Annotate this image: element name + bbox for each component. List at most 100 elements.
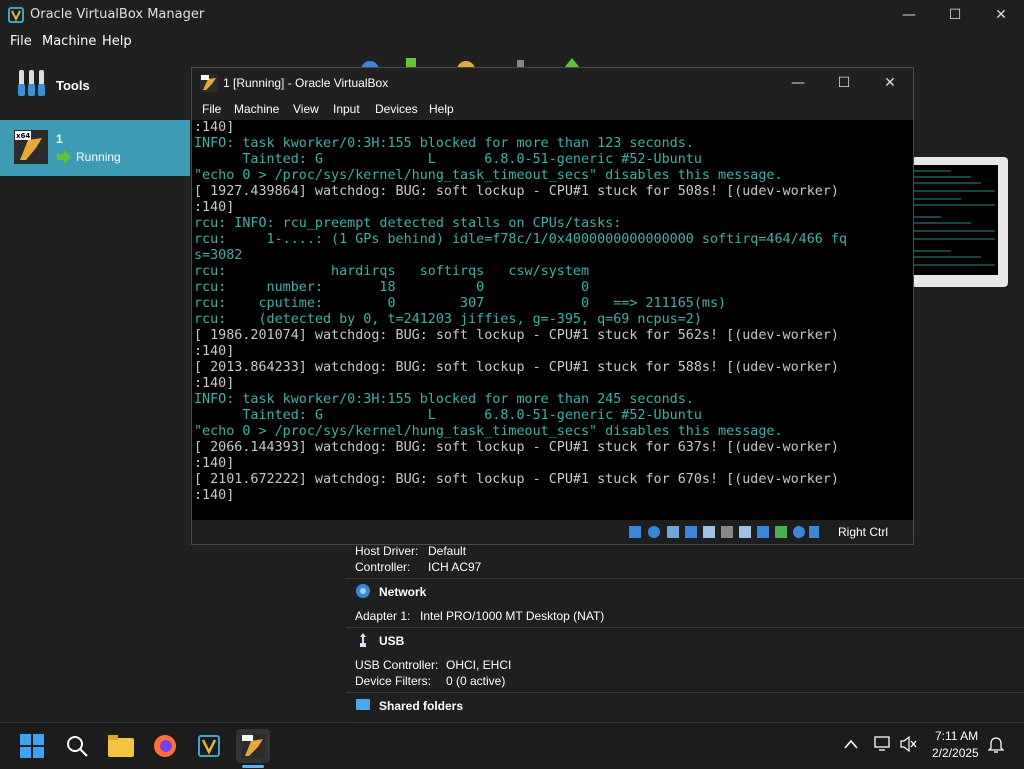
clock-time[interactable]: 7:11 AM: [935, 729, 978, 743]
console-line: rcu: 1-....: (1 GPs behind) idle=f78c/1/…: [194, 232, 848, 247]
console-line: INFO: task kworker/0:3H:155 blocked for …: [194, 136, 694, 151]
preview-screen: [911, 165, 998, 275]
menu-file[interactable]: File: [10, 34, 32, 49]
console-line: [ 1927.439864] watchdog: BUG: soft locku…: [194, 184, 839, 199]
virtualbox-taskbar-button[interactable]: [192, 729, 226, 763]
running-arrow-icon: [57, 150, 71, 164]
manager-title: Oracle VirtualBox Manager: [30, 7, 205, 22]
network-icon: [356, 584, 370, 598]
vm-name: 1: [56, 132, 63, 146]
network-tray-icon[interactable]: [874, 736, 892, 752]
console-line: rcu: (detected by 0, t=241203 jiffies, g…: [194, 312, 702, 327]
vm-taskbar-icon: [241, 734, 265, 758]
usb-controller-label: USB Controller:: [355, 658, 439, 672]
host-key-label[interactable]: Right Ctrl: [838, 525, 888, 539]
start-button[interactable]: [15, 729, 49, 763]
console-line: rcu: hardirqs softirqs csw/system: [194, 264, 590, 279]
adapter-label: Adapter 1:: [355, 609, 411, 623]
audio-host-label: Host Driver:: [355, 544, 419, 558]
details-pane: Host Driver: Default Controller: ICH AC9…: [346, 540, 1024, 722]
clock-date[interactable]: 2/2/2025: [932, 746, 979, 760]
vm-taskbar-button[interactable]: [236, 729, 270, 763]
tools-item[interactable]: Tools: [0, 60, 190, 110]
manager-title-bar[interactable]: Oracle VirtualBox Manager — ☐ ✕: [0, 0, 1024, 30]
menu-machine[interactable]: Machine: [42, 34, 96, 49]
vm-window-icon: [200, 74, 218, 92]
vm-device-status-icons[interactable]: [629, 524, 819, 540]
network-section-title[interactable]: Network: [379, 585, 426, 599]
console-line: [ 2066.144393] watchdog: BUG: soft locku…: [194, 440, 839, 455]
divider: [346, 692, 1024, 693]
console-line: "echo 0 > /proc/sys/kernel/hung_task_tim…: [194, 424, 783, 439]
firefox-button[interactable]: [148, 729, 182, 763]
search-button[interactable]: [60, 729, 94, 763]
divider: [346, 627, 1024, 628]
console-line: s=3082: [194, 248, 243, 263]
adapter-value: Intel PRO/1000 MT Desktop (NAT): [420, 609, 605, 623]
vm-menu-file[interactable]: File: [202, 102, 221, 116]
menu-help[interactable]: Help: [102, 34, 132, 49]
close-button[interactable]: ✕: [978, 0, 1024, 30]
virtualbox-logo-icon: [8, 7, 24, 23]
tools-label: Tools: [56, 78, 90, 93]
virtualbox-taskbar-icon: [198, 735, 220, 757]
device-filters-label: Device Filters:: [355, 674, 432, 688]
vm-status: Running: [76, 150, 121, 164]
console-line: [ 2013.864233] watchdog: BUG: soft locku…: [194, 360, 839, 375]
search-icon: [67, 736, 88, 757]
console-line: :140]: [194, 456, 235, 471]
vm-list-item[interactable]: x64 1 Running: [0, 120, 190, 176]
manager-menu-bar: File Machine Help: [0, 30, 1024, 54]
tools-icon: [18, 70, 45, 96]
console-line: :140]: [194, 488, 235, 503]
console-line: :140]: [194, 120, 235, 135]
divider: [346, 578, 1024, 579]
console-line: :140]: [194, 200, 235, 215]
vm-console-screen[interactable]: :140] INFO: task kworker/0:3H:155 blocked…: [192, 120, 913, 520]
vm-maximize-button[interactable]: ☐: [821, 68, 867, 98]
maximize-button[interactable]: ☐: [932, 0, 978, 30]
console-line: Tainted: G L 6.8.0-51-generic #52-Ubuntu: [194, 152, 702, 167]
vm-status-bar: Right Ctrl: [192, 520, 913, 544]
usb-controller-value: OHCI, EHCI: [446, 658, 512, 672]
file-explorer-button[interactable]: [104, 729, 138, 763]
console-line: rcu: number: 18 0 0: [194, 280, 590, 295]
audio-host-value: Default: [428, 544, 467, 558]
audio-controller-label: Controller:: [355, 560, 411, 574]
console-line: Tainted: G L 6.8.0-51-generic #52-Ubuntu: [194, 408, 702, 423]
vm-menu-machine[interactable]: Machine: [234, 102, 279, 116]
console-line: "echo 0 > /proc/sys/kernel/hung_task_tim…: [194, 168, 783, 183]
vm-menu-bar: File Machine View Input Devices Help: [192, 98, 913, 120]
vm-close-button[interactable]: ✕: [867, 68, 913, 98]
volume-muted-icon[interactable]: [900, 736, 918, 752]
folder-icon: [108, 735, 134, 757]
usb-section-title[interactable]: USB: [379, 634, 404, 648]
minimize-button[interactable]: —: [886, 0, 932, 30]
vm-menu-view[interactable]: View: [293, 102, 319, 116]
chevron-up-icon[interactable]: [844, 739, 858, 749]
windows-start-icon: [20, 734, 44, 758]
usb-icon: [360, 633, 366, 647]
vm-window: 1 [Running] - Oracle VirtualBox — ☐ ✕ Fi…: [191, 67, 914, 545]
vm-menu-input[interactable]: Input: [333, 102, 360, 116]
notification-bell-icon[interactable]: [988, 736, 1004, 754]
windows-taskbar: 7:11 AM 2/2/2025: [0, 722, 1024, 769]
vm-preview-thumbnail: [911, 157, 1008, 287]
firefox-icon: [154, 735, 176, 757]
console-line: rcu: cputime: 0 307 0 ==> 211165(ms): [194, 296, 727, 311]
vm-menu-devices[interactable]: Devices: [375, 102, 418, 116]
preview-console-lines: [913, 170, 995, 266]
console-line: [ 2101.672222] watchdog: BUG: soft locku…: [194, 472, 839, 487]
console-line: rcu: INFO: rcu_preempt detected stalls o…: [194, 216, 622, 231]
vm-minimize-button[interactable]: —: [775, 68, 821, 98]
console-line: INFO: task kworker/0:3H:155 blocked for …: [194, 392, 694, 407]
console-line: :140]: [194, 344, 235, 359]
vm-arch-badge: x64: [16, 132, 31, 140]
shared-folders-section-title[interactable]: Shared folders: [379, 699, 463, 713]
vm-window-title: 1 [Running] - Oracle VirtualBox: [223, 76, 389, 90]
audio-controller-value: ICH AC97: [428, 560, 482, 574]
shared-folders-icon: [356, 699, 370, 710]
vm-menu-help[interactable]: Help: [429, 102, 454, 116]
console-line: :140]: [194, 376, 235, 391]
vm-title-bar[interactable]: 1 [Running] - Oracle VirtualBox — ☐ ✕: [192, 68, 913, 98]
